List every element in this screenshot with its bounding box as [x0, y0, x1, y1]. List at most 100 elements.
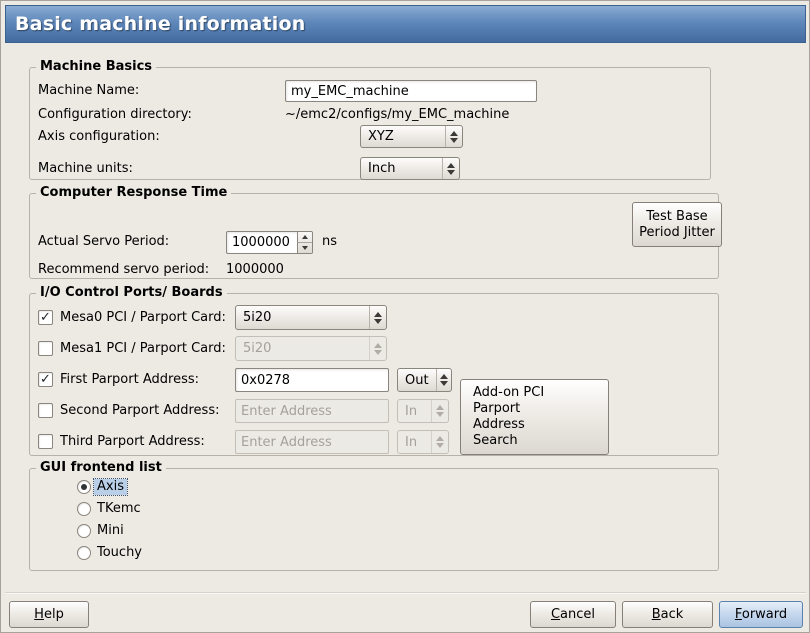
cancel-button[interactable]: Cancel: [530, 601, 616, 628]
arrow-down-icon: [450, 138, 458, 143]
second-parport-direction-combo: In: [397, 399, 449, 423]
servo-period-spinbox[interactable]: 1000000: [226, 231, 313, 254]
gui-frontend-frame: GUI frontend list Axis TKemc Mini Touchy: [29, 468, 719, 571]
recommend-servo-period-value: 1000000: [226, 262, 284, 278]
second-parport-direction-value: In: [398, 400, 431, 422]
radio-tkemc[interactable]: [77, 502, 91, 516]
basic-machine-information-dialog: Basic machine information Machine Basics…: [0, 0, 810, 633]
servo-period-value: 1000000: [227, 232, 297, 253]
io-ports-frame: I/O Control Ports/ Boards ✓ Mesa0 PCI / …: [29, 293, 719, 456]
second-parport-address-input: Enter Address: [235, 399, 389, 423]
arrow-down-icon: [440, 381, 448, 386]
third-parport-address-input: Enter Address: [235, 430, 389, 454]
axis-configuration-value: XYZ: [361, 126, 445, 147]
second-parport-label: Second Parport Address:: [60, 403, 219, 419]
axis-configuration-combo[interactable]: XYZ: [360, 125, 463, 148]
second-parport-checkbox[interactable]: [38, 403, 53, 418]
config-directory-value: ~/emc2/configs/my_EMC_machine: [285, 107, 509, 123]
footer-separator: [5, 592, 806, 594]
config-directory-label: Configuration directory:: [38, 107, 192, 123]
mesa0-card-value: 5i20: [236, 306, 369, 329]
forward-button-label: Forward: [735, 607, 787, 623]
arrow-down-icon: [302, 246, 308, 250]
machine-name-label: Machine Name:: [38, 83, 139, 99]
arrow-up-icon: [374, 312, 382, 317]
arrow-down-icon: [374, 319, 382, 324]
radio-mini-label[interactable]: Mini: [94, 523, 127, 539]
combo-arrows-icon: [445, 126, 462, 147]
response-time-frame-title: Computer Response Time: [36, 185, 231, 201]
addon-pci-search-button[interactable]: Add-on PCI Parport Address Search: [460, 379, 609, 455]
combo-arrows-icon: [436, 369, 451, 391]
radio-tkemc-label[interactable]: TKemc: [94, 501, 144, 517]
machine-basics-frame: Machine Basics Machine Name: my_EMC_mach…: [29, 67, 711, 180]
mesa0-card-combo[interactable]: 5i20: [235, 305, 387, 330]
mesa1-card-value: 5i20: [236, 337, 369, 360]
first-parport-direction-value: Out: [398, 369, 436, 391]
radio-axis[interactable]: [77, 480, 91, 494]
page-title: Basic machine information: [15, 13, 305, 35]
combo-arrows-icon: [431, 400, 448, 422]
arrow-up-icon: [374, 343, 382, 348]
header-banner: Basic machine information: [5, 5, 806, 43]
combo-arrows-icon: [369, 306, 386, 329]
first-parport-label: First Parport Address:: [60, 372, 199, 388]
help-button[interactable]: Help: [9, 601, 89, 628]
spin-up-button[interactable]: [298, 232, 312, 242]
machine-units-label: Machine units:: [38, 161, 133, 177]
recommend-servo-period-label: Recommend servo period:: [38, 262, 209, 278]
back-button[interactable]: Back: [622, 601, 713, 628]
arrow-up-icon: [436, 436, 444, 441]
mesa0-card-label: Mesa0 PCI / Parport Card:: [60, 310, 226, 326]
mesa1-checkbox[interactable]: [38, 341, 53, 356]
radio-axis-label[interactable]: Axis: [94, 479, 127, 495]
machine-units-combo[interactable]: Inch: [360, 157, 460, 180]
third-parport-label: Third Parport Address:: [60, 434, 205, 450]
arrow-down-icon: [436, 412, 444, 417]
arrow-up-icon: [447, 163, 455, 168]
combo-arrows-icon: [442, 158, 459, 179]
first-parport-checkbox[interactable]: ✓: [38, 372, 53, 387]
axis-configuration-label: Axis configuration:: [38, 129, 160, 145]
spinner-arrows: [297, 232, 312, 253]
mesa0-checkbox[interactable]: ✓: [38, 310, 53, 325]
first-parport-direction-combo[interactable]: Out: [397, 368, 452, 392]
cancel-button-label: Cancel: [551, 607, 595, 623]
radio-touchy-label[interactable]: Touchy: [94, 545, 145, 561]
forward-button[interactable]: Forward: [719, 601, 803, 628]
third-parport-direction-value: In: [398, 431, 431, 453]
machine-units-value: Inch: [361, 158, 442, 179]
servo-period-unit-label: ns: [322, 234, 337, 250]
arrow-up-icon: [450, 131, 458, 136]
checkmark-icon: ✓: [40, 311, 51, 324]
test-base-period-jitter-button[interactable]: Test Base Period Jitter: [632, 202, 722, 247]
mesa1-card-label: Mesa1 PCI / Parport Card:: [60, 341, 226, 357]
second-parport-address-placeholder: Enter Address: [241, 404, 332, 419]
combo-arrows-icon: [369, 337, 386, 360]
arrow-up-icon: [302, 235, 308, 239]
third-parport-checkbox[interactable]: [38, 434, 53, 449]
radio-touchy[interactable]: [77, 546, 91, 560]
help-button-label: Help: [34, 607, 64, 623]
arrow-up-icon: [440, 374, 448, 379]
arrow-down-icon: [436, 443, 444, 448]
arrow-down-icon: [374, 350, 382, 355]
machine-basics-frame-title: Machine Basics: [36, 59, 156, 75]
response-time-frame: Computer Response Time Test Base Period …: [29, 193, 719, 279]
combo-arrows-icon: [431, 431, 448, 453]
first-parport-address-input[interactable]: 0x0278: [235, 368, 389, 392]
back-button-label: Back: [652, 607, 684, 623]
machine-name-value: my_EMC_machine: [291, 84, 409, 99]
checkmark-icon: ✓: [40, 373, 51, 386]
first-parport-address-value: 0x0278: [241, 373, 290, 388]
third-parport-address-placeholder: Enter Address: [241, 435, 332, 450]
spin-down-button[interactable]: [298, 242, 312, 253]
machine-name-input[interactable]: my_EMC_machine: [285, 80, 537, 102]
arrow-down-icon: [447, 170, 455, 175]
arrow-up-icon: [436, 405, 444, 410]
mesa1-card-combo: 5i20: [235, 336, 387, 361]
gui-frontend-frame-title: GUI frontend list: [36, 460, 166, 476]
radio-mini[interactable]: [77, 524, 91, 538]
third-parport-direction-combo: In: [397, 430, 449, 454]
io-ports-frame-title: I/O Control Ports/ Boards: [36, 285, 227, 301]
